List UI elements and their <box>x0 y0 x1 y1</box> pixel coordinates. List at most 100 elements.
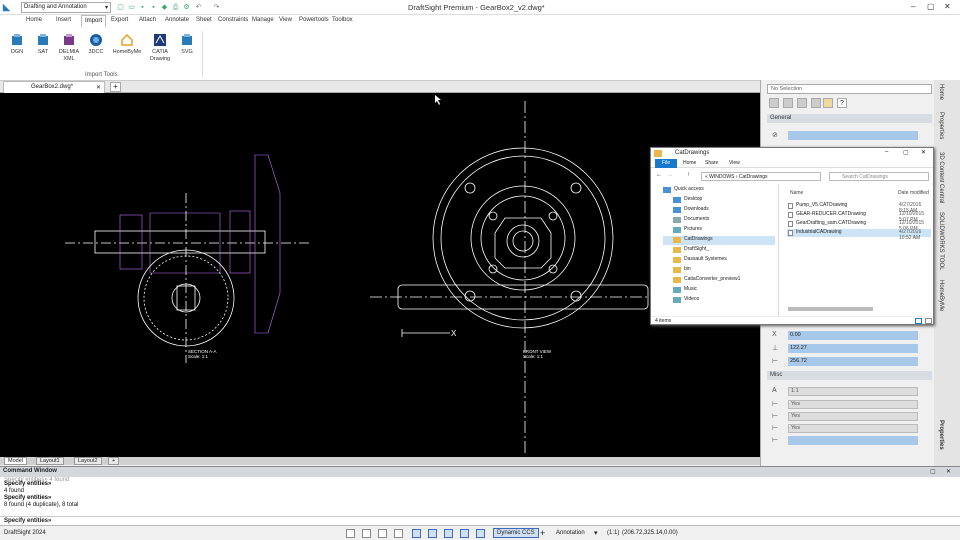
nav-item-documents[interactable]: Documents <box>663 216 775 225</box>
ccs-at-origin-field[interactable]: Yes <box>788 412 918 421</box>
annotation-scale-field[interactable]: 1:1 <box>788 387 918 396</box>
workspace-select[interactable]: Drafting and Annotation <box>21 2 111 13</box>
file-row-selected[interactable]: IndustrialCADrawing 4/27/2016 10:52 AM <box>787 229 931 241</box>
open-file-icon[interactable]: ▭ <box>127 3 136 12</box>
undo-icon[interactable]: ↶ <box>194 3 203 12</box>
nav-item-dassault[interactable]: Dassault Systemes <box>663 256 775 265</box>
menu-home[interactable]: Home <box>26 17 42 23</box>
ccs-name-field[interactable] <box>788 436 918 445</box>
cursor-snap-toggle[interactable] <box>346 529 355 538</box>
options-icon[interactable]: ⚙ <box>182 3 191 12</box>
maximize-button[interactable]: ▢ <box>927 2 935 11</box>
nav-item-pictures[interactable]: Pictures <box>663 226 775 235</box>
general-section-header[interactable]: General <box>767 114 932 123</box>
quick-select-icon[interactable] <box>811 98 821 108</box>
menu-sheet[interactable]: Sheet <box>196 17 212 23</box>
command-window-close-icon[interactable]: ✕ <box>946 468 951 475</box>
ribbon-dgn-button[interactable]: DGN <box>6 33 28 56</box>
explorer-maximize-button[interactable]: ▢ <box>903 149 909 156</box>
menu-view[interactable]: View <box>279 17 292 23</box>
menu-toolbox[interactable]: Toolbox <box>332 17 353 23</box>
document-tab[interactable]: GearBox2.dwg* ✕ <box>3 81 105 93</box>
lineweight-toggle[interactable] <box>444 529 453 538</box>
properties-filter-icon[interactable] <box>823 98 833 108</box>
grid-toggle[interactable] <box>362 529 371 538</box>
ribbon-3dcc-button[interactable]: 3DCC <box>85 33 107 56</box>
side-tab-properties-bottom[interactable]: Properties <box>938 420 944 450</box>
forward-arrow-icon[interactable]: → <box>667 172 673 178</box>
close-button[interactable]: ✕ <box>944 2 951 11</box>
column-header-name[interactable]: Name <box>790 190 803 196</box>
cloud-save-icon[interactable]: ◆ <box>160 3 169 12</box>
add-layout-button[interactable]: + <box>108 457 120 465</box>
height-field[interactable]: 122.27 <box>788 344 918 353</box>
explorer-search-input[interactable]: Search CatDrawings <box>829 172 929 181</box>
explorer-tab-file[interactable]: File <box>655 159 677 168</box>
explorer-minimize-button[interactable]: – <box>885 149 888 155</box>
x-coordinate-field[interactable]: 0.00 <box>788 331 918 340</box>
up-arrow-icon[interactable]: ↑ <box>687 172 690 178</box>
ortho-toggle[interactable] <box>378 529 387 538</box>
nav-item-catdrawings[interactable]: CatDrawings <box>663 236 775 245</box>
ccs-icon-on-field[interactable]: Yes <box>788 400 918 409</box>
select-add-icon[interactable] <box>783 98 793 108</box>
side-tab-homebyme[interactable]: HomeByMe <box>938 280 944 311</box>
file-row[interactable]: Pump_V5.CATDrawing 4/27/2016 8:15 AM <box>787 202 931 214</box>
new-file-icon[interactable]: ▢ <box>116 3 125 12</box>
menu-export[interactable]: Export <box>111 17 128 23</box>
menu-manage[interactable]: Manage <box>252 17 274 23</box>
help-icon[interactable]: ? <box>837 98 847 108</box>
command-window-restore-icon[interactable]: ▢ <box>930 468 936 475</box>
explorer-close-button[interactable]: ✕ <box>921 149 926 156</box>
ribbon-sat-button[interactable]: SAT <box>32 33 54 56</box>
model-toggle[interactable] <box>476 529 485 538</box>
select-remove-icon[interactable] <box>797 98 807 108</box>
annotation-scale-select[interactable]: Annotation <box>556 530 585 536</box>
nav-item-videos[interactable]: Videos <box>663 296 775 305</box>
nav-item-desktop[interactable]: Desktop <box>663 196 775 205</box>
nav-item-bin[interactable]: bin <box>663 266 775 275</box>
side-tab-solidworks-tool[interactable]: SOLIDWORKS TOOL <box>938 212 944 270</box>
nav-item-quick-access[interactable]: Quick access <box>663 186 775 195</box>
explorer-tab-home[interactable]: Home <box>683 160 696 166</box>
nav-item-music[interactable]: Music <box>663 286 775 295</box>
print-icon[interactable]: ⎙ <box>171 3 180 12</box>
explorer-address-input[interactable]: « WINDOWS › CatDrawings <box>701 172 821 181</box>
explorer-tab-share[interactable]: Share <box>705 160 718 166</box>
chevron-down-icon[interactable]: ▾ <box>594 529 598 537</box>
column-header-date[interactable]: Date modified <box>898 190 929 196</box>
ribbon-delmia-button[interactable]: DELMIA XML <box>56 33 82 63</box>
menu-powertools[interactable]: Powertools <box>299 17 329 23</box>
esnap-toggle[interactable] <box>412 529 421 538</box>
ribbon-homebyme-button[interactable]: HomeByMe <box>110 33 144 56</box>
width-field[interactable]: 256.72 <box>788 357 918 366</box>
command-input[interactable]: Specify entities» <box>0 516 960 525</box>
polar-toggle[interactable] <box>394 529 403 538</box>
file-row[interactable]: GearDrafting_sam.CATDrawing12/10/2015 5:… <box>787 220 931 232</box>
add-icon[interactable]: + <box>540 528 545 538</box>
side-tab-3d-content-central[interactable]: 3D Content Central <box>938 152 944 203</box>
side-tab-home[interactable]: Home <box>938 84 944 100</box>
nav-item-downloads[interactable]: Downloads <box>663 206 775 215</box>
side-tab-properties[interactable]: Properties <box>938 112 944 139</box>
menu-annotate[interactable]: Annotate <box>165 17 189 23</box>
file-row[interactable]: GEAR-REDUCER.CATDrawing 12/10/2015 5:07 P… <box>787 211 931 223</box>
menu-attach[interactable]: Attach <box>139 17 156 23</box>
tab-layout2[interactable]: Layout2 <box>74 457 102 465</box>
ribbon-svg-button[interactable]: SVG <box>176 33 198 56</box>
redo-icon[interactable]: ↷ <box>212 3 221 12</box>
qinput-toggle[interactable] <box>460 529 469 538</box>
close-tab-icon[interactable]: ✕ <box>96 84 101 91</box>
details-view-icon[interactable] <box>915 318 922 324</box>
selection-select[interactable]: No Selection <box>767 84 932 94</box>
ribbon-catia-button[interactable]: CATIA Drawing <box>147 33 173 63</box>
select-objects-icon[interactable] <box>769 98 779 108</box>
drawing-canvas[interactable]: X SECTION A-A Scale: 1:1 FRONT VIEW Scal… <box>0 93 760 457</box>
new-tab-button[interactable]: + <box>110 82 121 92</box>
nav-item-catiaconverter[interactable]: CatiaConverter_preview1 <box>663 276 775 285</box>
save-icon[interactable]: ▪ <box>138 3 147 12</box>
save-all-icon[interactable]: ▪ <box>149 3 158 12</box>
minimize-button[interactable]: – <box>911 2 915 11</box>
horizontal-scrollbar[interactable] <box>788 307 873 311</box>
color-field[interactable] <box>788 131 918 140</box>
